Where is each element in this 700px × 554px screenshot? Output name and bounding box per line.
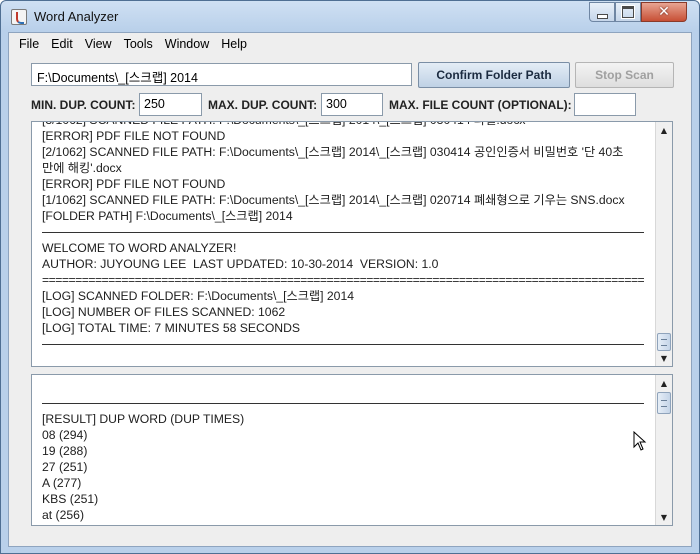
max-dup-count-label: MAX. DUP. COUNT: (208, 98, 318, 112)
mouse-cursor-icon (633, 431, 647, 451)
title-bar[interactable]: Word Analyzer ✕ (1, 1, 699, 33)
result-line: A (277) (42, 476, 82, 490)
log-line: [ERROR] PDF FILE NOT FOUND (42, 129, 226, 143)
min-dup-count-input[interactable]: 250 (139, 93, 202, 116)
log-line: [ERROR] PDF FILE NOT FOUND (42, 177, 226, 191)
scroll-up-icon[interactable]: ▲ (656, 122, 672, 138)
log-line: WELCOME TO WORD ANALYZER! (42, 241, 237, 255)
min-dup-count-label: MIN. DUP. COUNT: (31, 98, 136, 112)
log-line: AUTHOR: JUYOUNG LEE LAST UPDATED: 10-30-… (42, 257, 439, 271)
menu-help[interactable]: Help (215, 37, 253, 51)
result-line: from (280) (42, 523, 644, 525)
folder-path-input[interactable]: F:\Documents\_[스크랩] 2014 (31, 63, 412, 86)
result-content: [RESULT] DUP WORD (DUP TIMES) 08 (294) 19 … (42, 379, 644, 525)
stop-scan-button[interactable]: Stop Scan (575, 62, 674, 88)
result-line: 27 (251) (42, 460, 88, 474)
log-content: [3/1062] SCANNED FILE PATH: F:\Documents… (42, 122, 644, 352)
result-scroll-thumb[interactable] (657, 392, 671, 414)
result-separator (42, 395, 644, 411)
result-line: at (256) (42, 508, 85, 522)
scroll-up-icon[interactable]: ▲ (656, 375, 672, 391)
menu-window[interactable]: Window (159, 37, 215, 51)
menu-tools[interactable]: Tools (118, 37, 159, 51)
menu-file[interactable]: File (13, 37, 45, 51)
result-line (42, 379, 644, 395)
menu-edit[interactable]: Edit (45, 37, 79, 51)
log-line: [LOG] SCANNED FOLDER: F:\Documents\_[스크랩… (42, 289, 355, 303)
result-scrollbar[interactable]: ▲ ▼ (655, 375, 672, 525)
close-button[interactable]: ✕ (641, 2, 687, 22)
result-line: KBS (251) (42, 492, 99, 506)
result-text-area[interactable]: [RESULT] DUP WORD (DUP TIMES) 08 (294) 19 … (31, 374, 673, 526)
log-line: [LOG] TOTAL TIME: 7 MINUTES 58 SECONDS (42, 321, 301, 335)
log-scrollbar[interactable]: ▲ ▼ (655, 122, 672, 366)
max-file-count-input[interactable] (574, 93, 636, 116)
log-line: 만에 해킹'.docx (42, 161, 122, 175)
scroll-down-icon[interactable]: ▼ (656, 509, 672, 525)
log-line: [FOLDER PATH] F:\Documents\_[스크랩] 2014 (42, 209, 293, 223)
max-file-count-label: MAX. FILE COUNT (OPTIONAL): (389, 98, 572, 112)
log-text-area[interactable]: [3/1062] SCANNED FILE PATH: F:\Documents… (31, 121, 673, 367)
close-icon: ✕ (658, 4, 670, 20)
max-dup-count-input[interactable]: 300 (321, 93, 383, 116)
java-app-icon (11, 9, 27, 25)
log-line: [2/1062] SCANNED FILE PATH: F:\Documents… (42, 145, 624, 159)
app-window: Word Analyzer ✕ File Edit View Tools Win… (0, 0, 700, 554)
log-line: [LOG] NUMBER OF FILES SCANNED: 1062 (42, 305, 286, 319)
maximize-button[interactable] (615, 2, 641, 22)
result-line: 19 (288) (42, 444, 88, 458)
log-line: [1/1062] SCANNED FILE PATH: F:\Documents… (42, 193, 625, 207)
log-scroll-thumb[interactable] (657, 333, 671, 351)
client-area: File Edit View Tools Window Help F:\Docu… (8, 32, 692, 547)
menu-view[interactable]: View (79, 37, 118, 51)
log-separator (42, 224, 644, 240)
minimize-button[interactable] (589, 2, 615, 22)
confirm-folder-path-button[interactable]: Confirm Folder Path (418, 62, 570, 88)
result-line: [RESULT] DUP WORD (DUP TIMES) (42, 412, 245, 426)
window-title: Word Analyzer (34, 9, 119, 24)
log-line: [3/1062] SCANNED FILE PATH: F:\Documents… (42, 122, 644, 128)
log-separator (42, 336, 644, 352)
result-line: 08 (294) (42, 428, 88, 442)
menu-bar: File Edit View Tools Window Help (9, 33, 691, 55)
scroll-down-icon[interactable]: ▼ (656, 350, 672, 366)
log-line: ========================================… (42, 273, 644, 287)
